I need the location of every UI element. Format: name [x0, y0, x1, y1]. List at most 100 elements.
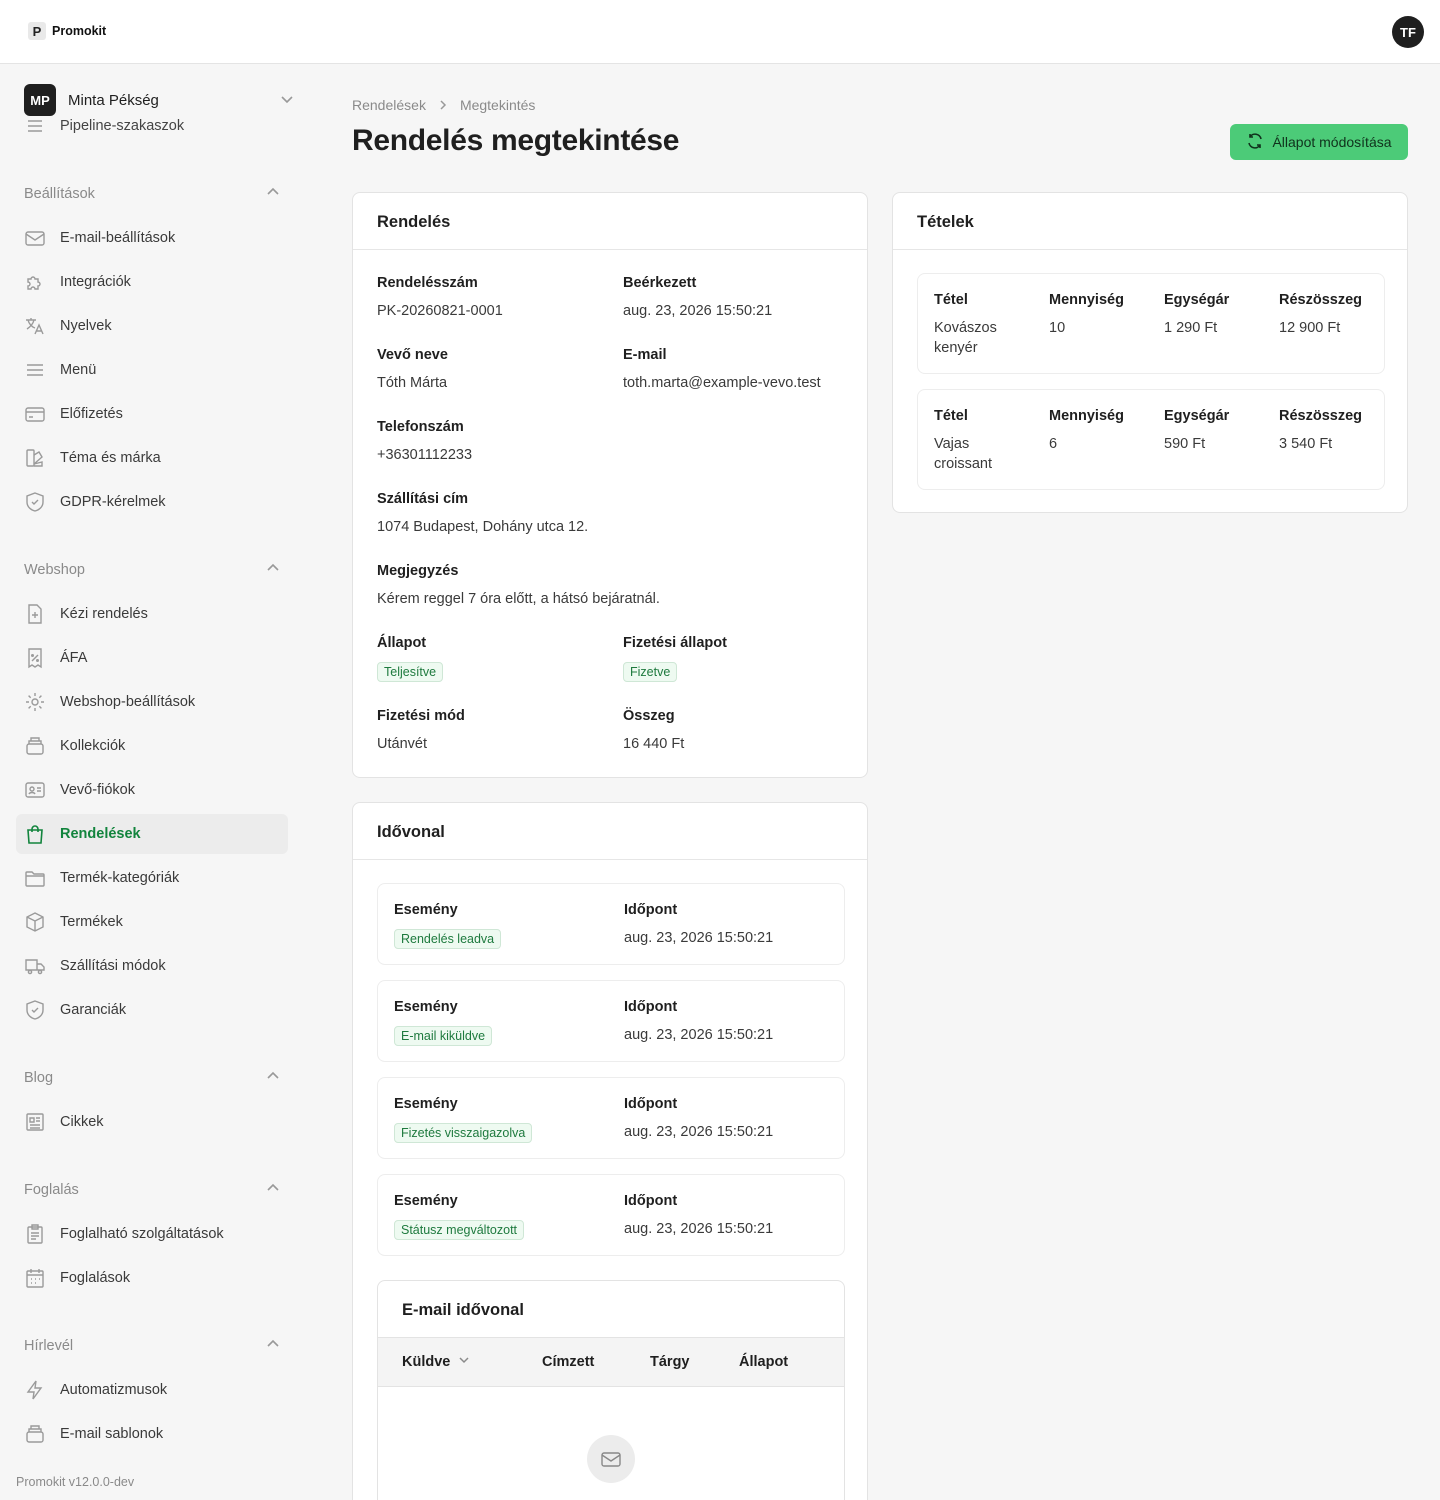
refresh-icon — [1246, 132, 1264, 153]
total-value: 16 440 Ft — [623, 736, 685, 752]
received-value: aug. 23, 2026 15:50:21 — [623, 303, 773, 319]
sidebar-item-customer-accounts[interactable]: Vevő-fiókok — [16, 770, 288, 810]
sidebar-item-products[interactable]: Termékek — [16, 902, 288, 942]
brand-logo: P — [28, 22, 46, 40]
section-title: Beállítások — [24, 186, 95, 202]
sidebar-item-pipeline[interactable]: Pipeline-szakaszok — [24, 113, 184, 139]
sidebar-item-label: Cikkek — [60, 1114, 104, 1130]
stack-icon — [24, 735, 46, 757]
chevron-down-icon — [458, 1354, 470, 1370]
time-label: Időpont — [624, 902, 678, 918]
sidebar-item-bookings[interactable]: Foglalások — [16, 1258, 288, 1298]
section-title: Webshop — [24, 562, 85, 578]
event-badge: E-mail kiküldve — [394, 1026, 493, 1046]
shield-check-icon — [24, 999, 46, 1021]
sidebar-item-bookable-services[interactable]: Foglalható szolgáltatások — [16, 1214, 288, 1254]
brand[interactable]: P Promokit — [28, 22, 106, 40]
payment-method-label: Fizetési mód — [377, 708, 465, 724]
sidebar-item-integrations[interactable]: Integrációk — [16, 262, 288, 302]
sidebar-item-label: Termékek — [60, 914, 123, 930]
sidebar-item-label: Garanciák — [60, 1002, 127, 1018]
section-booking[interactable]: Foglalás — [24, 1180, 280, 1200]
divider — [353, 249, 867, 250]
items-card: Tételek Tétel Mennyiség Egységár Részöss… — [892, 192, 1408, 513]
sidebar: Pipeline-szakaszok MP Minta Pékség Beáll… — [0, 65, 304, 1500]
newspaper-icon — [24, 1111, 46, 1133]
sidebar-item-email-settings[interactable]: E-mail-beállítások — [16, 218, 288, 258]
unit-price-header: Egységár — [1164, 408, 1230, 424]
column-subject[interactable]: Tárgy — [650, 1354, 690, 1370]
sidebar-item-shipping-methods[interactable]: Szállítási módok — [16, 946, 288, 986]
brand-name: Promokit — [52, 24, 107, 38]
gear-icon — [24, 691, 46, 713]
timeline-entry: Esemény Rendelés leadva Időpont aug. 23,… — [377, 883, 845, 965]
truck-icon — [24, 955, 46, 977]
sidebar-item-label: ÁFA — [60, 650, 88, 666]
sidebar-item-label: Kollekciók — [60, 738, 126, 754]
column-status[interactable]: Állapot — [739, 1354, 788, 1370]
top-bar: P Promokit TF — [0, 0, 1440, 64]
qty-header: Mennyiség — [1049, 292, 1124, 308]
sidebar-item-languages[interactable]: Nyelvek — [16, 306, 288, 346]
empty-mail-icon — [587, 1435, 635, 1483]
menu-icon — [24, 359, 46, 381]
order-number: PK-20260821-0001 — [377, 303, 503, 319]
item-name-line2: croissant — [934, 456, 993, 472]
sidebar-item-gdpr[interactable]: GDPR-kérelmek — [16, 482, 288, 522]
order-number-label: Rendelésszám — [377, 275, 478, 291]
sidebar-item-product-categories[interactable]: Termék-kategóriák — [16, 858, 288, 898]
sidebar-item-subscription[interactable]: Előfizetés — [16, 394, 288, 434]
org-switcher[interactable]: MP Minta Pékség — [24, 84, 294, 116]
box-icon — [24, 911, 46, 933]
sidebar-item-warranties[interactable]: Garanciák — [16, 990, 288, 1030]
section-title: Blog — [24, 1070, 54, 1086]
mail-icon — [24, 227, 46, 249]
org-name: Minta Pékség — [68, 91, 159, 109]
sidebar-item-vat[interactable]: ÁFA — [16, 638, 288, 678]
payment-method-value: Utánvét — [377, 736, 427, 752]
change-status-button[interactable]: Állapot módosítása — [1230, 124, 1408, 160]
event-time: aug. 23, 2026 15:50:21 — [624, 1124, 774, 1140]
sidebar-item-theme[interactable]: Téma és márka — [16, 438, 288, 478]
section-newsletter[interactable]: Hírlevél — [24, 1336, 280, 1356]
stack-icon — [24, 1423, 46, 1445]
sidebar-item-orders[interactable]: Rendelések — [16, 814, 288, 854]
total-label: Összeg — [623, 708, 675, 724]
sidebar-item-email-templates[interactable]: E-mail sablonok — [16, 1414, 288, 1454]
section-webshop[interactable]: Webshop — [24, 560, 280, 580]
status-label: Állapot — [377, 635, 427, 651]
item-name-line1: Vajas — [934, 436, 970, 452]
column-sent[interactable]: Küldve — [402, 1354, 470, 1370]
sidebar-item-manual-order[interactable]: Kézi rendelés — [16, 594, 288, 634]
payment-status-badge: Fizetve — [623, 662, 678, 682]
user-avatar[interactable]: TF — [1392, 16, 1424, 48]
event-badge: Rendelés leadva — [394, 929, 502, 949]
item-unit-price: 590 Ft — [1164, 436, 1206, 452]
section-blog[interactable]: Blog — [24, 1068, 280, 1088]
sidebar-item-articles[interactable]: Cikkek — [16, 1102, 288, 1142]
email-timeline-card: E-mail idővonal Küldve Címzett Tárgy Áll… — [377, 1280, 845, 1500]
section-title: Foglalás — [24, 1182, 79, 1198]
column-recipient[interactable]: Címzett — [542, 1354, 594, 1370]
customer-label: Vevő neve — [377, 347, 448, 363]
org-avatar: MP — [24, 84, 56, 116]
clipboard-icon — [24, 1223, 46, 1245]
breadcrumb-link-orders[interactable]: Rendelések — [352, 97, 426, 113]
sidebar-item-webshop-settings[interactable]: Webshop-beállítások — [16, 682, 288, 722]
time-label: Időpont — [624, 1096, 678, 1112]
sidebar-item-menu[interactable]: Menü — [16, 350, 288, 390]
sidebar-item-automations[interactable]: Automatizmusok — [16, 1370, 288, 1410]
received-label: Beérkezett — [623, 275, 697, 291]
section-beallitasok[interactable]: Beállítások — [24, 184, 280, 204]
customer-value: Tóth Márta — [377, 375, 448, 391]
note-value: Kérem reggel 7 óra előtt, a hátsó bejára… — [377, 591, 660, 607]
puzzle-icon — [24, 271, 46, 293]
email-table-header: Küldve Címzett Tárgy Állapot — [378, 1337, 844, 1387]
event-label: Esemény — [394, 1096, 458, 1112]
breadcrumb-current: Megtekintés — [459, 97, 536, 113]
sidebar-item-collections[interactable]: Kollekciók — [16, 726, 288, 766]
event-label: Esemény — [394, 902, 458, 918]
phone-value: +36301112233 — [377, 447, 473, 463]
folder-icon — [24, 867, 46, 889]
id-card-icon — [24, 779, 46, 801]
